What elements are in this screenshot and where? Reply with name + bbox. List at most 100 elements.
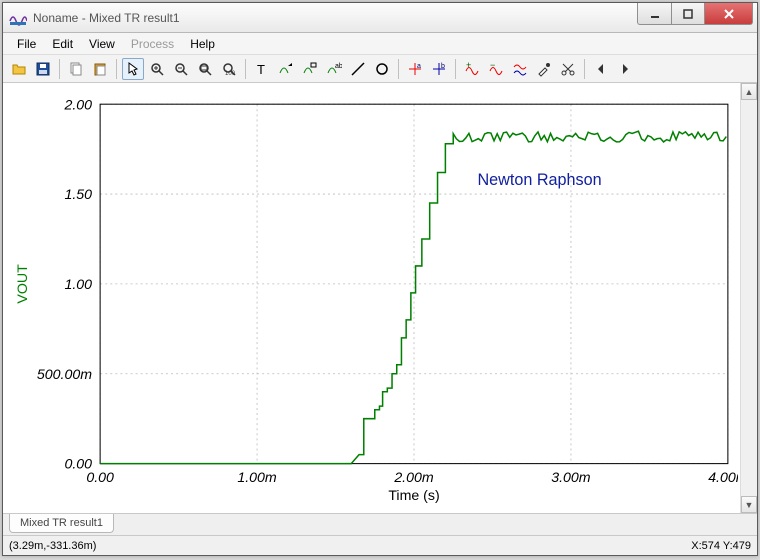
- open-button[interactable]: [8, 58, 30, 80]
- cursor-a-button[interactable]: a: [404, 58, 426, 80]
- menu-edit[interactable]: Edit: [44, 35, 81, 53]
- text-tool-icon: T: [254, 61, 270, 77]
- svg-text:3.00m: 3.00m: [551, 470, 591, 486]
- minimize-button[interactable]: [637, 3, 671, 25]
- window-buttons: [637, 3, 757, 32]
- scissors-icon: [560, 61, 576, 77]
- cursor-b-icon: b: [431, 61, 447, 77]
- status-cursor-coords: (3.29m,-331.36m): [9, 540, 96, 552]
- svg-text:1.00m: 1.00m: [237, 470, 277, 486]
- circle-tool-button[interactable]: [371, 58, 393, 80]
- paste-button[interactable]: [89, 58, 111, 80]
- vertical-scrollbar[interactable]: ▲ ▼: [740, 83, 757, 513]
- scroll-up-button[interactable]: ▲: [741, 83, 757, 100]
- copy-icon: [68, 61, 84, 77]
- close-button[interactable]: [705, 3, 753, 25]
- add-curve-icon: +: [464, 61, 480, 77]
- cursor-a-icon: a: [407, 61, 423, 77]
- svg-text:2.00m: 2.00m: [393, 470, 434, 486]
- legend-tool-button[interactable]: [299, 58, 321, 80]
- chart[interactable]: 0.001.00m2.00m3.00m4.00m0.00500.00m1.001…: [9, 89, 738, 524]
- prev-icon: [593, 61, 609, 77]
- plot-wrap: 0.001.00m2.00m3.00m4.00m0.00500.00m1.001…: [3, 83, 740, 513]
- menu-file[interactable]: File: [9, 35, 44, 53]
- separate-curves-button[interactable]: [509, 58, 531, 80]
- cursor-b-button[interactable]: b: [428, 58, 450, 80]
- paste-icon: [92, 61, 108, 77]
- separate-curves-icon: [512, 61, 528, 77]
- separator: [584, 59, 585, 79]
- svg-text:100: 100: [225, 71, 236, 77]
- svg-text:Newton Raphson: Newton Raphson: [477, 171, 601, 189]
- app-window: Noname - Mixed TR result1 File Edit View…: [2, 2, 758, 556]
- legend-tool-icon: [302, 61, 318, 77]
- svg-text:500.00m: 500.00m: [37, 367, 92, 383]
- svg-text:T: T: [257, 62, 265, 77]
- svg-text:ab: ab: [335, 63, 342, 70]
- statusbar: (3.29m,-331.36m) X:574 Y:479: [3, 535, 757, 555]
- prev-button[interactable]: [590, 58, 612, 80]
- curve-label-button[interactable]: ab: [323, 58, 345, 80]
- zoom-in-icon: [149, 61, 165, 77]
- separator: [59, 59, 60, 79]
- label-tool-button[interactable]: [275, 58, 297, 80]
- pointer-button[interactable]: [122, 58, 144, 80]
- separator: [245, 59, 246, 79]
- text-tool-button[interactable]: T: [251, 58, 273, 80]
- menu-help[interactable]: Help: [182, 35, 223, 53]
- zoom-in-button[interactable]: [146, 58, 168, 80]
- add-curve-button[interactable]: +: [461, 58, 483, 80]
- svg-text:VOUT: VOUT: [15, 264, 31, 304]
- scroll-track[interactable]: [741, 100, 757, 496]
- cut-button[interactable]: [557, 58, 579, 80]
- svg-text:1.50: 1.50: [64, 187, 92, 203]
- eyedropper-icon: [536, 61, 552, 77]
- zoom-out-button[interactable]: [170, 58, 192, 80]
- close-icon: [723, 8, 735, 20]
- maximize-button[interactable]: [671, 3, 705, 25]
- window-title: Noname - Mixed TR result1: [33, 11, 637, 25]
- zoom-100-button[interactable]: 100: [218, 58, 240, 80]
- svg-text:Time (s): Time (s): [388, 488, 439, 504]
- separator: [398, 59, 399, 79]
- save-icon: [35, 61, 51, 77]
- app-icon: [9, 9, 27, 27]
- svg-text:0.00: 0.00: [64, 457, 92, 473]
- svg-text:b: b: [441, 63, 445, 70]
- pointer-icon: [125, 61, 141, 77]
- next-icon: [617, 61, 633, 77]
- separator: [116, 59, 117, 79]
- svg-text:a: a: [417, 63, 421, 70]
- copy-button[interactable]: [65, 58, 87, 80]
- scroll-down-button[interactable]: ▼: [741, 496, 757, 513]
- open-icon: [11, 61, 27, 77]
- status-pixel-coords: X:574 Y:479: [691, 540, 751, 552]
- line-tool-icon: [350, 61, 366, 77]
- separator: [455, 59, 456, 79]
- zoom-fit-icon: [197, 61, 213, 77]
- eyedropper-button[interactable]: [533, 58, 555, 80]
- svg-text:4.00m: 4.00m: [708, 470, 738, 486]
- menubar: File Edit View Process Help: [3, 33, 757, 55]
- content-area: 0.001.00m2.00m3.00m4.00m0.00500.00m1.001…: [3, 83, 757, 513]
- maximize-icon: [683, 9, 693, 19]
- next-button[interactable]: [614, 58, 636, 80]
- line-tool-button[interactable]: [347, 58, 369, 80]
- svg-text:2.00: 2.00: [63, 97, 92, 113]
- label-tool-icon: [278, 61, 294, 77]
- menu-view[interactable]: View: [81, 35, 123, 53]
- zoom-out-icon: [173, 61, 189, 77]
- zoom-100-icon: 100: [221, 61, 237, 77]
- curve-label-icon: ab: [326, 61, 342, 77]
- circle-tool-icon: [374, 61, 390, 77]
- remove-curve-button[interactable]: −: [485, 58, 507, 80]
- titlebar: Noname - Mixed TR result1: [3, 3, 757, 33]
- svg-text:+: +: [466, 61, 471, 70]
- zoom-fit-button[interactable]: [194, 58, 216, 80]
- remove-curve-icon: −: [488, 61, 504, 77]
- toolbar: 100 T ab a b + −: [3, 55, 757, 83]
- svg-text:−: −: [490, 61, 495, 70]
- svg-text:1.00: 1.00: [64, 277, 92, 293]
- minimize-icon: [650, 9, 660, 19]
- save-button[interactable]: [32, 58, 54, 80]
